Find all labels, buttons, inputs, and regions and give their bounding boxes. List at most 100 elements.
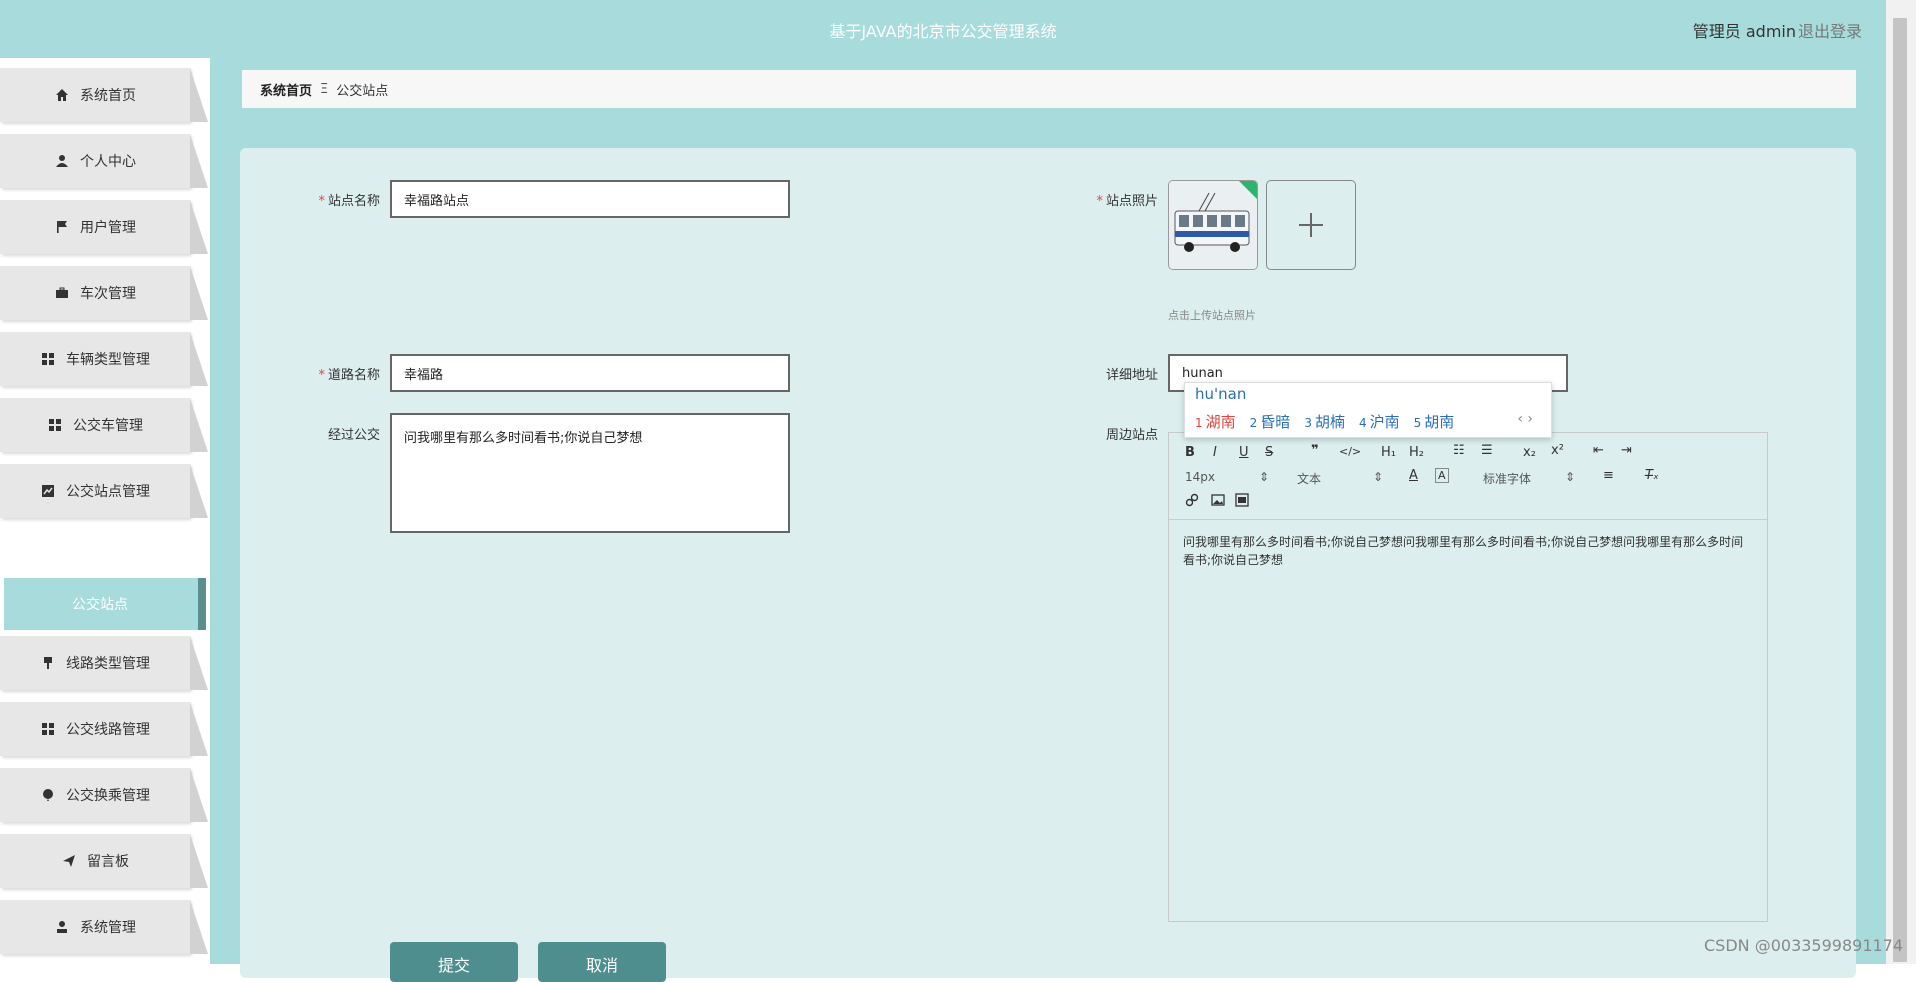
road-name-label: * 道路名称 [280,364,380,383]
select-arrow-icon: ⇕ [1373,470,1384,484]
required-mark: * [1096,194,1103,209]
editor-content[interactable]: 问我哪里有那么多时间看书;你说自己梦想问我哪里有那么多时间看书;你说自己梦想问我… [1183,533,1753,569]
breadcrumb-current: 公交站点 [336,83,389,99]
cancel-button[interactable]: 取消 [538,942,666,982]
ime-candidate-number: 5 [1413,416,1422,430]
balloon-icon [40,787,56,803]
superscript-icon[interactable]: x² [1551,443,1564,458]
ime-candidate-number: 2 [1249,416,1258,430]
italic-icon[interactable]: I [1213,445,1217,460]
strikethrough-icon[interactable]: S [1265,445,1273,460]
bg-color-icon[interactable]: A [1435,468,1449,483]
indent-icon[interactable]: ⇥ [1621,443,1632,458]
send-icon [61,853,77,869]
required-mark: * [318,368,325,383]
page-scrollbar[interactable] [1886,0,1916,964]
bus-photo-image [1169,181,1257,269]
sidebar-item-profile[interactable]: 个人中心 [0,134,208,188]
sidebar-item-messages[interactable]: 留言板 [0,834,208,888]
text-color-icon[interactable]: A [1409,468,1418,483]
sidebar-item-users[interactable]: 用户管理 [0,200,208,254]
sidebar-item-label: 留言板 [87,854,129,870]
upload-photo-button[interactable] [1266,180,1356,270]
sidebar-item-routes[interactable]: 公交线路管理 [0,702,208,756]
home-icon [54,87,70,103]
subscript-icon[interactable]: x₂ [1523,445,1536,460]
sidebar-item-label: 个人中心 [80,154,136,170]
user-label: 管理员 admin [1692,22,1796,41]
briefcase-icon [54,285,70,301]
video-icon[interactable] [1235,493,1249,511]
ime-candidate[interactable]: 3 胡楠 [1304,411,1345,432]
station-name-input[interactable]: 幸福路站点 [390,180,790,218]
select-arrow-icon: ⇕ [1259,470,1270,484]
editor-toolbar: B I U S ❞ </> H₁ H₂ ☷ ☰ x₂ x² ⇤ ⇥ 14px ⇕… [1169,433,1767,520]
road-name-label-text: 道路名称 [327,368,380,383]
submit-button[interactable]: 提交 [390,942,518,982]
outdent-icon[interactable]: ⇤ [1593,443,1604,458]
ime-pinyin: hu'nan [1195,385,1247,403]
road-name-input[interactable]: 幸福路 [390,354,790,392]
link-icon[interactable] [1185,493,1199,511]
sidebar-item-stations[interactable]: 公交站点管理 [0,464,208,518]
top-header: 基于JAVA的北京市公交管理系统 管理员 admin 退出登录 [0,0,1886,58]
ime-page-arrows[interactable]: ‹ › [1517,411,1533,427]
logout-link[interactable]: 退出登录 [1798,18,1862,42]
image-icon[interactable] [1211,493,1225,511]
ime-candidate-text: 胡楠 [1314,413,1345,431]
breadcrumb-home[interactable]: 系统首页 [260,80,312,99]
format-select[interactable]: 文本 [1297,470,1321,487]
ime-candidate[interactable]: 5 胡南 [1414,411,1455,432]
station-name-label-text: 站点名称 [327,194,380,209]
ime-candidate-text: 湖南 [1205,413,1236,431]
passing-bus-textarea[interactable]: 问我哪里有那么多时间看书;你说自己梦想 [390,413,790,533]
grid-icon [40,351,56,367]
grid-icon [47,417,63,433]
nearby-rich-editor[interactable]: B I U S ❞ </> H₁ H₂ ☷ ☰ x₂ x² ⇤ ⇥ 14px ⇕… [1168,432,1768,922]
heading2-icon[interactable]: H₂ [1409,445,1424,460]
underline-icon[interactable]: U [1239,445,1249,460]
sidebar-item-home[interactable]: 系统首页 [0,68,208,122]
sidebar-item-buses[interactable]: 公交车管理 [0,398,208,452]
heading1-icon[interactable]: H₁ [1381,445,1396,460]
ime-candidate[interactable]: 2 昏暗 [1250,411,1291,432]
ime-candidate[interactable]: 1 湖南 [1195,411,1236,432]
ime-candidate-text: 沪南 [1369,413,1400,431]
sidebar-item-label: 用户管理 [80,220,136,236]
code-icon[interactable]: </> [1339,445,1361,458]
font-size-select[interactable]: 14px [1185,470,1215,484]
bullet-list-icon[interactable]: ☰ [1481,443,1493,458]
sidebar-item-transfers[interactable]: 公交换乘管理 [0,768,208,822]
select-arrow-icon: ⇕ [1565,470,1576,484]
station-photo-label: * 站点照片 [1058,190,1158,209]
app-title: 基于JAVA的北京市公交管理系统 [829,22,1057,41]
sidebar-item-system[interactable]: 系统管理 [0,900,208,954]
sidebar-item-label: 车次管理 [80,286,136,302]
sidebar-item-trips[interactable]: 车次管理 [0,266,208,320]
brush-icon [40,655,56,671]
user-icon [54,153,70,169]
required-mark: * [318,194,325,209]
font-family-select[interactable]: 标准字体 [1483,470,1531,487]
grid-icon [40,721,56,737]
address-label: 详细地址 [1105,368,1158,383]
sidebar-item-label: 系统管理 [80,920,136,936]
sidebar-item-vehicle-types[interactable]: 车辆类型管理 [0,332,208,386]
sidebar-item-label: 公交线路管理 [66,722,150,738]
sidebar-subitem-stations[interactable]: 公交站点 [4,578,206,630]
ime-candidates: 1 湖南 2 昏暗 3 胡楠 4 沪南 5 胡南 [1195,411,1454,432]
ordered-list-icon[interactable]: ☷ [1453,443,1465,458]
sidebar-item-label: 公交换乘管理 [66,788,150,804]
scrollbar-thumb[interactable] [1893,18,1907,962]
breadcrumb-separator: Ξ [320,81,329,97]
blockquote-icon[interactable]: ❞ [1311,443,1319,458]
bold-icon[interactable]: B [1185,445,1195,460]
station-photo-thumbnail[interactable] [1168,180,1258,270]
ime-candidate[interactable]: 4 沪南 [1359,411,1400,432]
clear-format-icon[interactable]: T̶ₓ [1645,468,1659,483]
user-icon [54,919,70,935]
align-icon[interactable]: ≡ [1603,468,1614,483]
sidebar-item-line-types[interactable]: 线路类型管理 [0,636,208,690]
watermark: CSDN @0033599891174 [1704,936,1904,955]
ime-candidate-number: 1 [1195,416,1203,430]
